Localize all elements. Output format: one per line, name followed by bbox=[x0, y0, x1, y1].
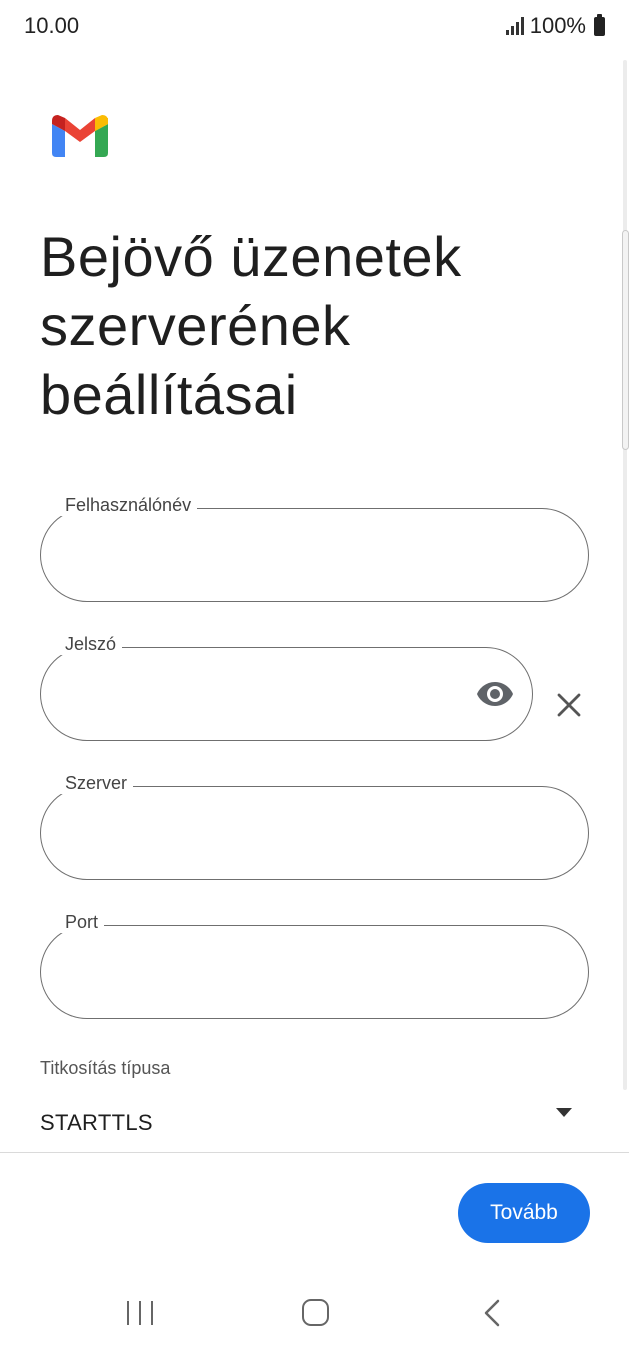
encryption-select[interactable]: STARTTLS bbox=[40, 1098, 580, 1146]
scrollbar-thumb[interactable] bbox=[622, 230, 629, 450]
password-field[interactable]: Jelszó bbox=[40, 633, 533, 741]
password-input[interactable] bbox=[65, 678, 462, 712]
battery-icon bbox=[594, 13, 605, 36]
encryption-label: Titkosítás típusa bbox=[40, 1058, 171, 1078]
scrollbar-track[interactable] bbox=[623, 60, 627, 1090]
page-title: Bejövő üzenetek szerverének beállításai bbox=[40, 225, 462, 426]
port-label: Port bbox=[59, 911, 105, 933]
signal-icon bbox=[505, 17, 524, 35]
recents-icon[interactable] bbox=[127, 1301, 153, 1325]
username-input[interactable] bbox=[65, 539, 564, 573]
status-time: 10.00 bbox=[24, 13, 80, 38]
status-indicators: 100% bbox=[505, 13, 605, 39]
port-input[interactable] bbox=[65, 956, 564, 990]
footer-divider bbox=[0, 1152, 629, 1153]
username-label: Felhasználónév bbox=[59, 494, 198, 516]
username-field[interactable]: Felhasználónév bbox=[40, 494, 589, 602]
encryption-value: STARTTLS bbox=[40, 1110, 153, 1135]
server-input[interactable] bbox=[65, 817, 564, 851]
next-button[interactable]: Tovább bbox=[458, 1183, 590, 1243]
navigation-bar bbox=[0, 1268, 629, 1350]
port-field[interactable]: Port bbox=[40, 911, 589, 1019]
gmail-logo-icon bbox=[52, 115, 108, 157]
home-icon[interactable] bbox=[302, 1299, 329, 1326]
close-icon[interactable] bbox=[554, 690, 584, 720]
dropdown-arrow-icon[interactable] bbox=[556, 1108, 572, 1117]
server-label: Szerver bbox=[59, 772, 134, 794]
back-icon[interactable] bbox=[480, 1298, 504, 1328]
server-field[interactable]: Szerver bbox=[40, 772, 589, 880]
password-label: Jelszó bbox=[59, 633, 123, 655]
battery-percentage: 100% bbox=[529, 13, 586, 38]
status-bar: 10.00 100% bbox=[0, 0, 629, 54]
eye-icon[interactable] bbox=[476, 678, 514, 710]
